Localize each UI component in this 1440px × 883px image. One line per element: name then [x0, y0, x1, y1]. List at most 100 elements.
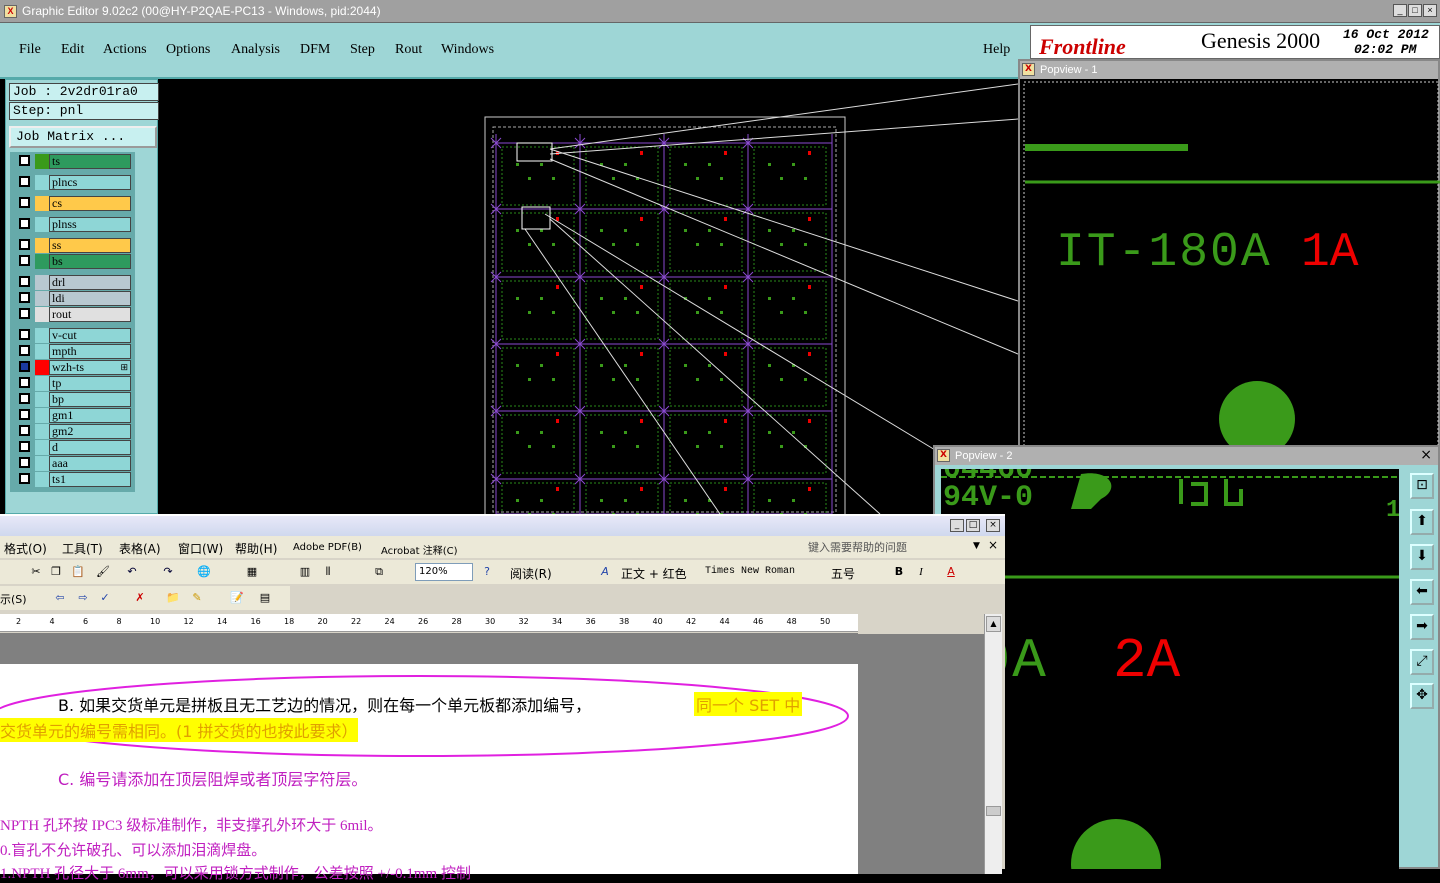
layer-name[interactable]: v-cut: [49, 328, 131, 343]
doc-map-icon[interactable]: ⧉: [371, 564, 387, 580]
layer-color-swatch[interactable]: [35, 175, 49, 190]
layer-checkbox[interactable]: [19, 329, 30, 340]
layer-name[interactable]: plnss: [49, 217, 131, 232]
format-painter-icon[interactable]: 🖌: [95, 564, 111, 580]
layer-name[interactable]: bs: [49, 254, 131, 269]
hyperlink-icon[interactable]: 🌐: [196, 564, 212, 580]
layer-checkbox[interactable]: [19, 197, 30, 208]
menu-step[interactable]: Step: [350, 42, 375, 58]
reject-change-icon[interactable]: ✗: [132, 590, 148, 606]
word-menu-adobe-pdf[interactable]: Adobe PDF(B): [293, 542, 362, 553]
reviewing-pane-icon[interactable]: ▤: [257, 590, 273, 606]
layer-color-swatch[interactable]: [35, 360, 49, 375]
menu-help[interactable]: Help: [983, 42, 1010, 58]
layer-checkbox[interactable]: [19, 409, 30, 420]
layer-color-swatch[interactable]: [35, 376, 49, 391]
layer-name[interactable]: ss: [49, 238, 131, 253]
menu-analysis[interactable]: Analysis: [231, 42, 280, 58]
layer-checkbox[interactable]: [19, 425, 30, 436]
layer-name[interactable]: gm2: [49, 424, 131, 439]
layer-checkbox[interactable]: [19, 345, 30, 356]
layer-checkbox[interactable]: [19, 308, 30, 319]
menu-edit[interactable]: Edit: [61, 42, 84, 58]
close-button[interactable]: ×: [1423, 4, 1437, 17]
prev-change-icon[interactable]: ⇦: [52, 590, 68, 606]
layer-color-swatch[interactable]: [35, 408, 49, 423]
layer-checkbox[interactable]: [19, 218, 30, 229]
maximize-button[interactable]: □: [1408, 4, 1422, 17]
layer-color-swatch[interactable]: [35, 275, 49, 290]
layer-name[interactable]: gm1: [49, 408, 131, 423]
minimize-button[interactable]: _: [1393, 4, 1407, 17]
word-menu-help[interactable]: 帮助(H): [235, 540, 277, 557]
graphic-canvas[interactable]: [160, 79, 1019, 542]
layer-name[interactable]: plncs: [49, 175, 131, 190]
layer-checkbox[interactable]: [19, 176, 30, 187]
word-menu-window[interactable]: 窗口(W): [178, 540, 223, 557]
layer-name[interactable]: bp: [49, 392, 131, 407]
layer-checkbox[interactable]: [19, 393, 30, 404]
menu-actions[interactable]: Actions: [103, 42, 147, 58]
word-maximize-button[interactable]: □: [966, 519, 980, 532]
layer-name[interactable]: tp: [49, 376, 131, 391]
layer-color-swatch[interactable]: [35, 440, 49, 455]
layer-color-swatch[interactable]: [35, 254, 49, 269]
layer-checkbox[interactable]: [19, 473, 30, 484]
word-menu-acrobat[interactable]: Acrobat 注释(C): [381, 542, 458, 557]
layer-checkbox[interactable]: [19, 276, 30, 287]
job-matrix-button[interactable]: Job Matrix ...: [9, 126, 157, 148]
layer-color-swatch[interactable]: [35, 196, 49, 211]
layer-checkbox[interactable]: [19, 155, 30, 166]
highlight-icon[interactable]: ✎: [189, 590, 205, 606]
font-size-select[interactable]: 五号: [831, 565, 855, 582]
scroll-up-icon[interactable]: ▲: [986, 616, 1001, 632]
menu-file[interactable]: File: [19, 42, 41, 58]
copy-icon[interactable]: ❐: [48, 564, 64, 580]
styles-pane-icon[interactable]: A: [597, 564, 613, 580]
layer-checkbox[interactable]: [19, 377, 30, 388]
popview-pan-left-button[interactable]: ⬅: [1410, 579, 1434, 605]
popview-pan-down-button[interactable]: ⬇: [1410, 544, 1434, 570]
accept-change-icon[interactable]: ✓: [97, 590, 113, 606]
layer-name[interactable]: ldi: [49, 291, 131, 306]
word-menu-format[interactable]: 格式(O): [4, 540, 47, 557]
popview-2-close-icon[interactable]: ×: [1420, 447, 1432, 463]
word-minimize-button[interactable]: _: [950, 519, 964, 532]
bold-icon[interactable]: B: [891, 564, 907, 580]
track-changes-icon[interactable]: 📝: [229, 590, 245, 606]
horizontal-ruler[interactable]: 2 4 6 8 10 12 14 16 18 20 22 24 26 28 30 32 34 36 38 40 42 44…: [0, 614, 858, 632]
scroll-thumb[interactable]: [986, 806, 1001, 816]
italic-icon[interactable]: I: [913, 564, 929, 580]
cut-icon[interactable]: ✂: [28, 564, 44, 580]
layer-name[interactable]: ts1: [49, 472, 131, 487]
menu-windows[interactable]: Windows: [441, 42, 494, 58]
font-color-icon[interactable]: A: [943, 564, 959, 580]
word-help-search[interactable]: 键入需要帮助的问题: [808, 539, 907, 555]
word-menu-table[interactable]: 表格(A): [119, 540, 161, 557]
layer-checkbox[interactable]: [19, 441, 30, 452]
popview-zoom-in-button[interactable]: ⤢: [1410, 649, 1434, 675]
layer-color-swatch[interactable]: [35, 392, 49, 407]
help-icon[interactable]: ?: [479, 564, 495, 580]
layer-name[interactable]: d: [49, 440, 131, 455]
table-icon[interactable]: ▦: [244, 564, 260, 580]
layer-checkbox[interactable]: [19, 361, 30, 372]
layer-color-swatch[interactable]: [35, 217, 49, 232]
layer-name[interactable]: cs: [49, 196, 131, 211]
word-window[interactable]: _ □ × 格式(O) 工具(T) 表格(A) 窗口(W) 帮助(H) Adob…: [0, 514, 1005, 882]
word-menu-tools[interactable]: 工具(T): [62, 540, 103, 557]
word-doc-close-icon[interactable]: ×: [988, 538, 998, 552]
popview-1-window[interactable]: Popview - 1 X IT-180A 1A: [1018, 59, 1440, 463]
layer-color-swatch[interactable]: [35, 291, 49, 306]
word-help-dropdown-icon[interactable]: ▼: [973, 541, 980, 551]
layer-color-swatch[interactable]: [35, 472, 49, 487]
style-select[interactable]: 正文 + 红色: [621, 565, 687, 582]
layer-name[interactable]: drl: [49, 275, 131, 290]
layer-name[interactable]: ts: [49, 154, 131, 169]
word-close-button[interactable]: ×: [986, 519, 1000, 532]
layer-checkbox[interactable]: [19, 239, 30, 250]
document-page[interactable]: B. 如果交货单元是拼板且无工艺边的情况，则在每一个单元板都添加编号， 同一个 …: [0, 664, 858, 882]
menu-options[interactable]: Options: [166, 42, 210, 58]
zoom-select[interactable]: 120%: [415, 563, 473, 581]
layer-name[interactable]: mpth: [49, 344, 131, 359]
